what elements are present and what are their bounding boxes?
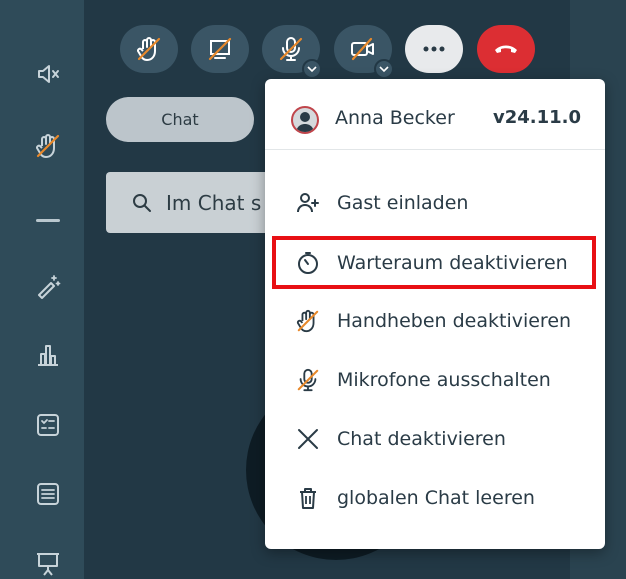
tab-chat[interactable]: Chat [106, 97, 254, 142]
raise-hand-off-icon [273, 308, 333, 334]
chevron-down-icon[interactable] [374, 59, 394, 79]
menu-item-invite-guest[interactable]: Gast einladen [273, 178, 595, 228]
menu-item-label: Chat deaktivieren [337, 428, 506, 450]
search-placeholder: Im Chat s [166, 190, 262, 215]
menu-item-label: globalen Chat leeren [337, 487, 535, 509]
microphone-off-icon [278, 35, 304, 63]
user-name: Anna Becker [335, 107, 455, 129]
avatar [291, 106, 319, 134]
timer-icon [273, 251, 333, 275]
more-options-button[interactable] [405, 25, 463, 73]
raise-hand-button[interactable] [120, 25, 178, 73]
checklist-icon[interactable] [33, 410, 63, 440]
menu-item-disable-chat[interactable]: Chat deaktivieren [273, 414, 595, 464]
raise-hand-off-icon [136, 35, 162, 63]
menu-header: Anna Becker v24.11.0 [265, 79, 605, 150]
presentation-icon[interactable] [33, 548, 63, 578]
menu-item-label: Warteraum deaktivieren [337, 251, 568, 274]
menu-item-clear-global-chat[interactable]: globalen Chat leeren [273, 473, 595, 523]
hang-up-icon [493, 42, 519, 56]
menu-item-mute-microphones[interactable]: Mikrofone ausschalten [273, 355, 595, 405]
search-icon [132, 193, 152, 213]
menu-item-label: Mikrofone ausschalten [337, 369, 551, 391]
chevron-down-icon[interactable] [302, 59, 322, 79]
more-options-icon [422, 46, 446, 52]
camera-button[interactable] [334, 25, 394, 79]
menu-item-disable-waiting-room[interactable]: Warteraum deaktivieren [272, 236, 596, 289]
add-user-icon [273, 191, 333, 215]
notes-icon[interactable] [33, 479, 63, 509]
menu-item-label: Handheben deaktivieren [337, 310, 572, 332]
hang-up-button[interactable] [477, 25, 535, 73]
close-icon [273, 427, 333, 451]
menu-item-label: Gast einladen [337, 192, 469, 214]
microphone-off-icon [273, 367, 333, 393]
sidebar-separator [36, 219, 60, 222]
raise-hand-off-icon[interactable] [33, 131, 63, 161]
version-label: v24.11.0 [492, 107, 581, 128]
speaker-muted-icon[interactable] [33, 59, 63, 89]
poll-chart-icon[interactable] [33, 340, 63, 370]
screen-share-off-icon [207, 36, 233, 62]
microphone-button[interactable] [262, 25, 322, 79]
trash-icon [273, 486, 333, 510]
camera-off-icon [349, 37, 377, 61]
magic-wand-icon[interactable] [33, 271, 63, 301]
menu-item-disable-raise-hand[interactable]: Handheben deaktivieren [273, 296, 595, 346]
screen-share-button[interactable] [191, 25, 249, 73]
left-sidebar [0, 0, 84, 579]
more-options-menu: Anna Becker v24.11.0 Gast einladen Warte… [265, 79, 605, 549]
